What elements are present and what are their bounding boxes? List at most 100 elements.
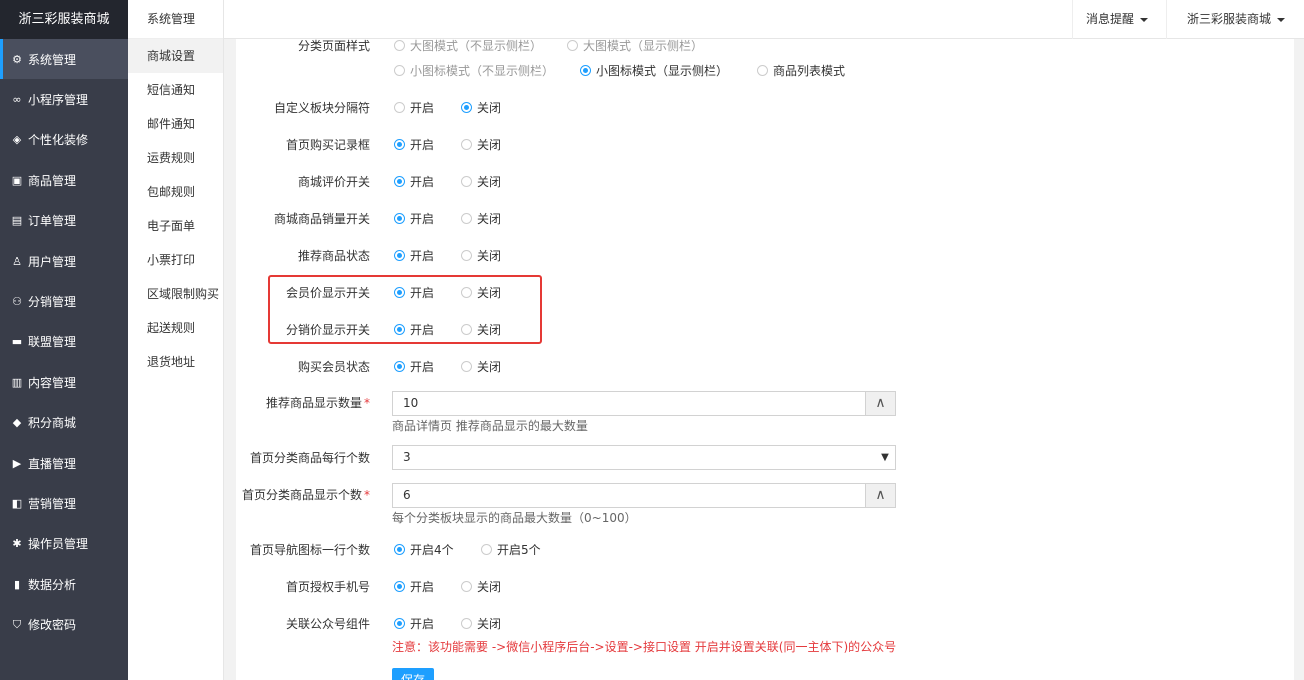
per-row-select[interactable]: 3 ▼ bbox=[392, 445, 896, 470]
subnav-item-7[interactable]: 区域限制购买 bbox=[128, 277, 223, 311]
radio-toggle-0-off[interactable]: 关闭 bbox=[461, 99, 501, 116]
sidebar-item-4[interactable]: ▤ 订单管理 bbox=[0, 201, 128, 241]
radio-official-off[interactable]: 关闭 bbox=[461, 615, 501, 632]
sidebar-item-3[interactable]: ▣ 商品管理 bbox=[0, 160, 128, 200]
subnav-title: 系统管理 bbox=[128, 0, 223, 39]
radio-toggle-2-on[interactable]: 开启 bbox=[394, 173, 434, 190]
radio-label: 关闭 bbox=[477, 101, 502, 115]
sidebar-item-2[interactable]: ◈ 个性化装修 bbox=[0, 120, 128, 160]
subnav-item-8[interactable]: 起送规则 bbox=[128, 311, 223, 345]
sidebar-item-label: 个性化装修 bbox=[28, 133, 89, 148]
radio-small-no-sidebar[interactable]: 小图标模式（不显示侧栏） bbox=[394, 62, 554, 79]
radio-label: 商品列表模式 bbox=[773, 64, 846, 78]
subnav-item-5[interactable]: 电子面单 bbox=[128, 209, 223, 243]
stepper-up-icon[interactable]: ∧ bbox=[865, 484, 895, 507]
page-gutter bbox=[1294, 39, 1304, 680]
sidebar-item-label: 修改密码 bbox=[28, 618, 77, 633]
subnav-item-1[interactable]: 短信通知 bbox=[128, 73, 223, 107]
radio-nav-4[interactable]: 开启4个 bbox=[394, 541, 454, 558]
radio-toggle-3-off[interactable]: 关闭 bbox=[461, 210, 501, 227]
user-icon: ♙ bbox=[12, 254, 22, 268]
card-icon: ▬ bbox=[11, 335, 23, 349]
stepper-up-icon[interactable]: ∧ bbox=[865, 392, 895, 415]
category-count-hint: 每个分类板块显示的商品最大数量（0~100） bbox=[392, 511, 637, 525]
sidebar-item-12[interactable]: ✱ 操作员管理 bbox=[0, 524, 128, 564]
sidebar-item-10[interactable]: ▶ 直播管理 bbox=[0, 443, 128, 483]
radio-toggle-1-off[interactable]: 关闭 bbox=[461, 136, 501, 153]
radio-large-no-sidebar[interactable]: 大图模式（不显示侧栏） bbox=[394, 39, 542, 54]
radio-toggle-2-off[interactable]: 关闭 bbox=[461, 173, 501, 190]
radio-dot-selected bbox=[394, 250, 405, 261]
auth-phone-label: 首页授权手机号 bbox=[285, 580, 370, 594]
sidebar-item-label: 分销管理 bbox=[28, 295, 77, 310]
radio-dot bbox=[567, 40, 578, 51]
sidebar-item-label: 积分商城 bbox=[28, 416, 77, 431]
sitemap-icon: ⚇ bbox=[12, 295, 22, 309]
sidebar-item-14[interactable]: ⛉ 修改密码 bbox=[0, 604, 128, 644]
radio-label: 开启 bbox=[410, 249, 435, 263]
radio-dot bbox=[757, 65, 768, 76]
notifications-dropdown[interactable]: 消息提醒 bbox=[1072, 0, 1166, 39]
radio-large-sidebar[interactable]: 大图模式（显示侧栏） bbox=[567, 39, 703, 54]
radio-toggle-7-on[interactable]: 开启 bbox=[394, 358, 434, 375]
sidebar-item-label: 系统管理 bbox=[28, 52, 77, 67]
radio-auth-phone-on[interactable]: 开启 bbox=[394, 578, 434, 595]
sidebar-item-6[interactable]: ⚇ 分销管理 bbox=[0, 281, 128, 321]
recommend-count-hint: 商品详情页 推荐商品显示的最大数量 bbox=[392, 419, 588, 433]
radio-toggle-4-on[interactable]: 开启 bbox=[394, 247, 434, 264]
radio-dot bbox=[394, 102, 405, 113]
shop-dropdown[interactable]: 浙三彩服装商城 bbox=[1166, 0, 1304, 39]
subnav-item-2[interactable]: 邮件通知 bbox=[128, 107, 223, 141]
subnav-item-9[interactable]: 退货地址 bbox=[128, 345, 223, 379]
radio-dot-selected bbox=[394, 618, 405, 629]
radio-small-sidebar[interactable]: 小图标模式（显示侧栏） bbox=[580, 62, 728, 79]
subnav-item-3[interactable]: 运费规则 bbox=[128, 141, 223, 175]
toggle-label-3: 商城商品销量开关 bbox=[273, 212, 370, 226]
sidebar-item-7[interactable]: ▬ 联盟管理 bbox=[0, 322, 128, 362]
settings-form: 分类页面样式 大图模式（不显示侧栏） 大图模式（显示侧栏） 小图标模式（不显示侧… bbox=[236, 39, 1294, 680]
radio-toggle-0-on[interactable]: 开启 bbox=[394, 99, 434, 116]
toggle-label-2: 商城评价开关 bbox=[297, 175, 370, 189]
category-count-input[interactable]: 6 ∧ bbox=[392, 483, 896, 508]
radio-toggle-1-on[interactable]: 开启 bbox=[394, 136, 434, 153]
radio-auth-phone-off[interactable]: 关闭 bbox=[461, 578, 501, 595]
radio-toggle-4-off[interactable]: 关闭 bbox=[461, 247, 501, 264]
radio-dot bbox=[461, 176, 472, 187]
radio-toggle-3-on[interactable]: 开启 bbox=[394, 210, 434, 227]
radio-official-on[interactable]: 开启 bbox=[394, 615, 434, 632]
sidebar-item-8[interactable]: ▥ 内容管理 bbox=[0, 362, 128, 402]
radio-toggle-7-off[interactable]: 关闭 bbox=[461, 358, 501, 375]
sidebar-item-9[interactable]: ◆ 积分商城 bbox=[0, 403, 128, 443]
main-sidebar: 浙三彩服装商城 ⚙ 系统管理 ∞ 小程序管理 ◈ 个性化装修 ▣ 商品管理 ▤ 订单管理 ♙ 用户管理… bbox=[0, 0, 128, 680]
radio-nav-5[interactable]: 开启5个 bbox=[481, 541, 541, 558]
radio-dot bbox=[461, 250, 472, 261]
sidebar-item-13[interactable]: ▮ 数据分析 bbox=[0, 564, 128, 604]
subnav-item-6[interactable]: 小票打印 bbox=[128, 243, 223, 277]
sidebar-item-5[interactable]: ♙ 用户管理 bbox=[0, 241, 128, 281]
official-account-label: 关联公众号组件 bbox=[285, 617, 370, 631]
radio-dot-selected bbox=[461, 102, 472, 113]
recommend-count-label: 推荐商品显示数量 * bbox=[265, 396, 370, 410]
sidebar-item-label: 数据分析 bbox=[28, 577, 77, 592]
save-button[interactable]: 保存 bbox=[392, 668, 434, 680]
per-row-value: 3 bbox=[403, 450, 411, 464]
recommend-count-input[interactable]: 10 ∧ bbox=[392, 391, 896, 416]
subnav-item-0[interactable]: 商城设置 bbox=[128, 39, 223, 73]
radio-dot bbox=[394, 65, 405, 76]
sidebar-item-11[interactable]: ◧ 营销管理 bbox=[0, 483, 128, 523]
subnav-item-4[interactable]: 包邮规则 bbox=[128, 175, 223, 209]
category-style-label: 分类页面样式 bbox=[297, 39, 370, 53]
radio-label: 关闭 bbox=[477, 212, 502, 226]
sidebar-item-0[interactable]: ⚙ 系统管理 bbox=[0, 39, 128, 80]
radio-dot-selected bbox=[580, 65, 591, 76]
sidebar-item-1[interactable]: ∞ 小程序管理 bbox=[0, 79, 128, 119]
diamond-icon: ◈ bbox=[12, 133, 22, 147]
megaphone-icon: ◧ bbox=[11, 496, 23, 510]
sidebar-item-label: 营销管理 bbox=[28, 496, 77, 511]
radio-label: 关闭 bbox=[477, 617, 502, 631]
radio-label: 开启 bbox=[410, 138, 435, 152]
radio-label: 关闭 bbox=[477, 360, 502, 374]
radio-label: 开启 bbox=[410, 617, 435, 631]
radio-product-list[interactable]: 商品列表模式 bbox=[757, 62, 845, 79]
gear-icon: ⚙ bbox=[12, 52, 22, 66]
